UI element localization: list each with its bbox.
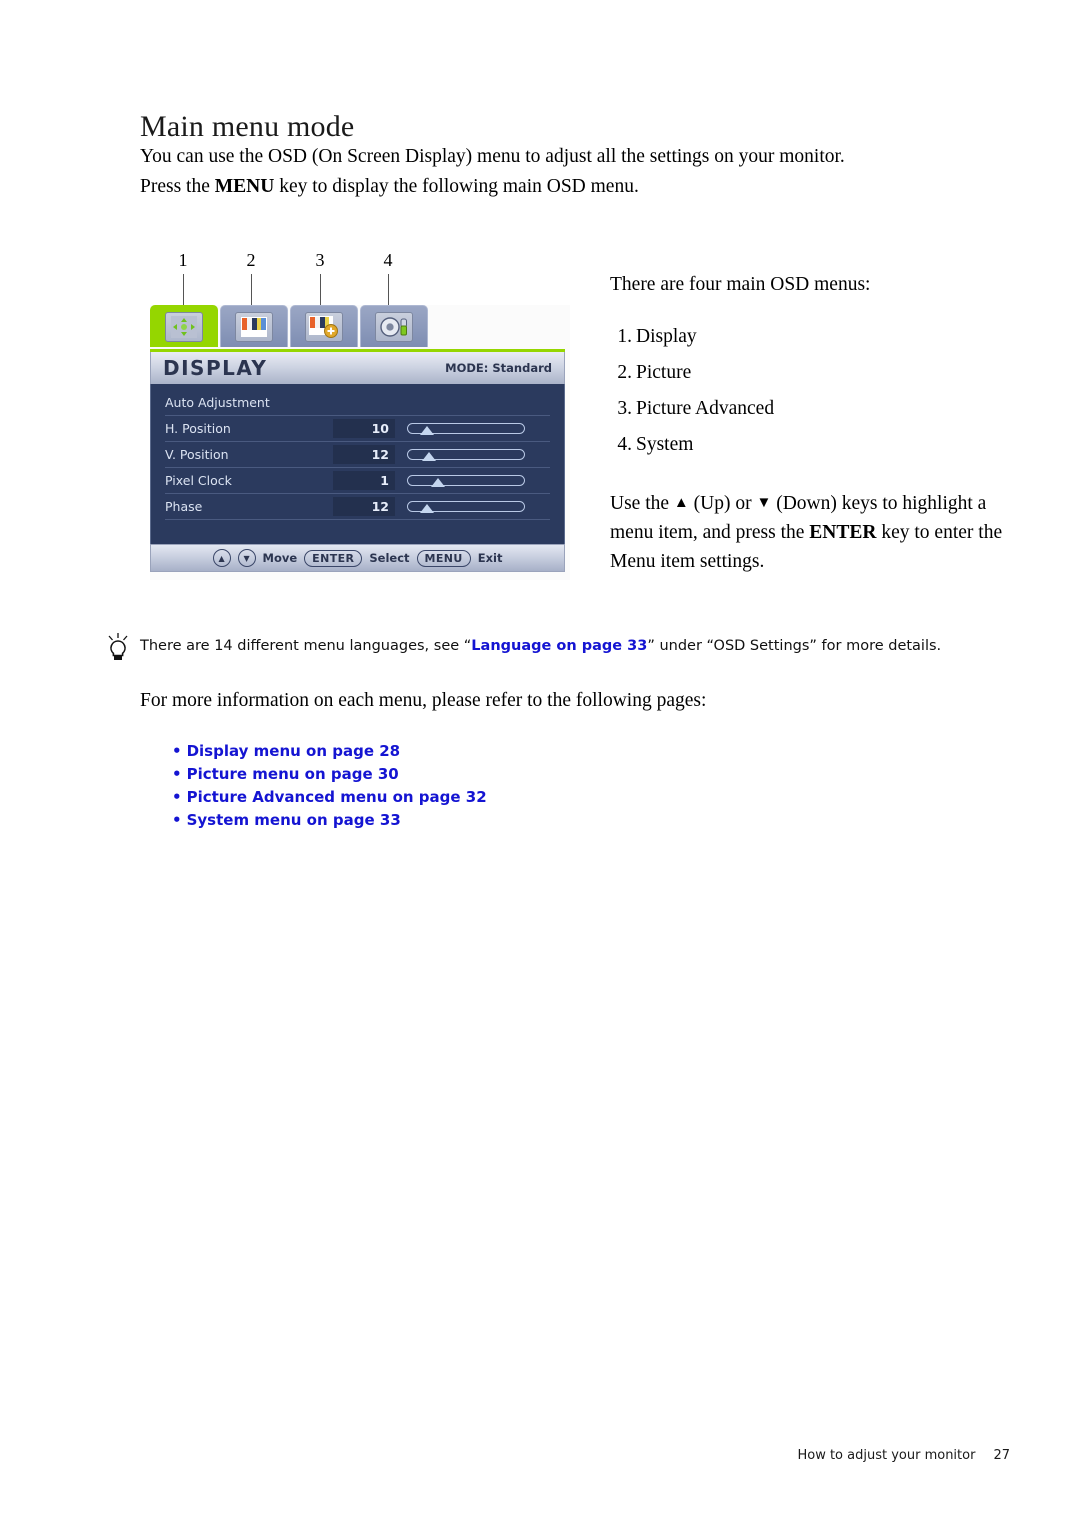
link-picture-menu[interactable]: Picture menu on page 30 bbox=[172, 763, 487, 786]
menu-item-number: 1. bbox=[617, 326, 632, 347]
footer-title: How to adjust your monitor bbox=[797, 1448, 976, 1463]
language-link[interactable]: Language on page 33 bbox=[471, 638, 647, 654]
osd-row-value: 12 bbox=[333, 445, 395, 464]
osd-slider-thumb[interactable] bbox=[419, 426, 434, 435]
osd-slider-thumb[interactable] bbox=[421, 452, 436, 461]
more-info-paragraph: For more information on each menu, pleas… bbox=[140, 690, 707, 711]
keys-text-b: (Up) or bbox=[688, 493, 757, 514]
osd-menu-title: DISPLAY bbox=[163, 356, 268, 380]
lightbulb-icon bbox=[105, 632, 131, 666]
menu-item-number: 3. bbox=[617, 398, 632, 419]
enter-keyword: ENTER bbox=[809, 522, 877, 543]
menu-item-label: Picture bbox=[636, 362, 692, 383]
osd-slider-thumb[interactable] bbox=[419, 504, 434, 513]
menu-item-number: 2. bbox=[617, 362, 632, 383]
osd-row-label: V. Position bbox=[165, 447, 229, 462]
osd-hint-move: Move bbox=[262, 551, 298, 565]
osd-header: DISPLAY MODE: Standard bbox=[150, 352, 565, 384]
menu-item-label: System bbox=[636, 434, 694, 455]
move-arrows-icon bbox=[165, 311, 203, 342]
osd-row-phase[interactable]: Phase 12 bbox=[165, 494, 550, 520]
keys-instruction-paragraph: Use the ▲ (Up) or ▼ (Down) keys to highl… bbox=[610, 489, 1010, 576]
menus-lead-text: There are four main OSD menus: bbox=[610, 274, 871, 295]
menu-item-display: 1. Display bbox=[617, 319, 1010, 355]
osd-tab-display[interactable] bbox=[150, 305, 218, 347]
callout-number-3: 3 bbox=[315, 250, 325, 270]
osd-row-v-position[interactable]: V. Position 12 bbox=[165, 442, 550, 468]
osd-row-label: H. Position bbox=[165, 421, 231, 436]
intro-line-1: You can use the OSD (On Screen Display) … bbox=[140, 146, 845, 167]
menu-item-system: 4. System bbox=[617, 427, 1010, 463]
down-arrow-icon[interactable]: ▼ bbox=[237, 549, 256, 567]
osd-row-value: 10 bbox=[333, 419, 395, 438]
tip-text-a: There are 14 different menu languages, s… bbox=[140, 638, 472, 654]
menu-key-keyword: MENU bbox=[214, 176, 275, 197]
osd-tab-system[interactable] bbox=[360, 305, 428, 347]
osd-slider-thumb[interactable] bbox=[431, 478, 446, 487]
up-triangle-icon: ▲ bbox=[673, 495, 689, 511]
osd-slider[interactable] bbox=[407, 423, 525, 435]
menu-links-list: Display menu on page 28 Picture menu on … bbox=[172, 740, 487, 832]
down-triangle-icon: ▼ bbox=[756, 495, 772, 511]
osd-row-pixel-clock[interactable]: Pixel Clock 1 bbox=[165, 468, 550, 494]
osd-hint-bar: ▲ ▼ Move ENTER Select MENU Exit bbox=[150, 544, 565, 572]
link-system-menu[interactable]: System menu on page 33 bbox=[172, 809, 487, 832]
osd-tab-picture[interactable] bbox=[220, 305, 288, 347]
osd-row-h-position[interactable]: H. Position 10 bbox=[165, 416, 550, 442]
osd-row-value: 1 bbox=[333, 471, 395, 490]
osd-row-value: 12 bbox=[333, 497, 395, 516]
osd-row-label: Auto Adjustment bbox=[165, 395, 270, 410]
osd-hint-exit: Exit bbox=[477, 551, 503, 565]
intro-line-2-post: key to display the following main OSD me… bbox=[274, 176, 639, 197]
intro-paragraph: You can use the OSD (On Screen Display) … bbox=[140, 142, 960, 202]
osd-tab-bar bbox=[150, 305, 565, 350]
link-picture-advanced-menu[interactable]: Picture Advanced menu on page 32 bbox=[172, 786, 487, 809]
up-arrow-icon[interactable]: ▲ bbox=[212, 549, 231, 567]
callout-number-4: 4 bbox=[383, 250, 393, 270]
osd-slider[interactable] bbox=[407, 449, 525, 461]
menu-key[interactable]: MENU bbox=[416, 549, 471, 567]
page-title: Main menu mode bbox=[140, 110, 355, 144]
tip-text: There are 14 different menu languages, s… bbox=[140, 632, 941, 666]
callout-number-1: 1 bbox=[178, 250, 188, 270]
footer-page-number: 27 bbox=[993, 1448, 1010, 1463]
link-display-menu[interactable]: Display menu on page 28 bbox=[172, 740, 487, 763]
enter-key[interactable]: ENTER bbox=[304, 549, 363, 567]
callout-number-2: 2 bbox=[246, 250, 256, 270]
color-bars-icon bbox=[235, 311, 273, 342]
osd-tab-picture-advanced[interactable] bbox=[290, 305, 358, 347]
menu-item-picture-advanced: 3. Picture Advanced bbox=[617, 391, 1010, 427]
menu-item-picture: 2. Picture bbox=[617, 355, 1010, 391]
menu-item-label: Display bbox=[636, 326, 697, 347]
osd-row-auto-adjustment[interactable]: Auto Adjustment bbox=[165, 390, 550, 416]
tip-note: There are 14 different menu languages, s… bbox=[105, 632, 975, 666]
tip-text-b: ” under “OSD Settings” for more details. bbox=[647, 638, 942, 654]
osd-slider[interactable] bbox=[407, 475, 525, 487]
menus-ordered-list: 1. Display 2. Picture 3. Picture Advance… bbox=[610, 319, 1010, 463]
osd-menus-column: There are four main OSD menus: 1. Displa… bbox=[610, 270, 1010, 576]
osd-mode-label: MODE: Standard bbox=[445, 361, 552, 375]
color-bars-plus-icon bbox=[305, 311, 343, 342]
osd-slider[interactable] bbox=[407, 501, 525, 513]
document-page: Main menu mode You can use the OSD (On S… bbox=[0, 0, 1080, 1528]
osd-figure: DISPLAY MODE: Standard Auto Adjustment H… bbox=[150, 305, 570, 580]
menu-item-label: Picture Advanced bbox=[636, 398, 775, 419]
menu-item-number: 4. bbox=[617, 434, 632, 455]
osd-menu-list: Auto Adjustment H. Position 10 V. Positi… bbox=[150, 384, 565, 544]
figure-callouts: 1 2 3 4 bbox=[150, 250, 570, 312]
osd-row-label: Phase bbox=[165, 499, 203, 514]
osd-row-label: Pixel Clock bbox=[165, 473, 232, 488]
osd-panel: DISPLAY MODE: Standard Auto Adjustment H… bbox=[150, 305, 565, 580]
gear-tool-icon bbox=[375, 311, 413, 342]
page-footer: How to adjust your monitor 27 bbox=[0, 1448, 1080, 1463]
keys-text-a: Use the bbox=[610, 493, 674, 514]
osd-hint-select: Select bbox=[369, 551, 410, 565]
intro-line-2-pre: Press the bbox=[140, 176, 215, 197]
